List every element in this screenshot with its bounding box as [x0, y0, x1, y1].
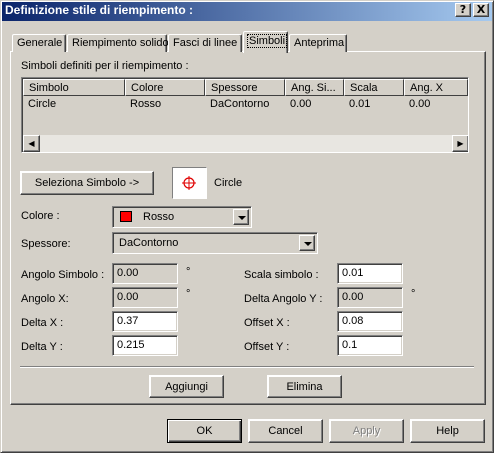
horizontal-scrollbar[interactable]: ◀ ▶	[23, 135, 468, 152]
angolo-simbolo-unit: °	[186, 266, 191, 278]
scala-simbolo-field[interactable]: 0.01	[337, 263, 403, 284]
cell-ang-simbolo: 0.00	[290, 98, 312, 110]
color-swatch	[120, 211, 132, 222]
chevron-down-icon[interactable]	[233, 209, 249, 225]
help-caption-button[interactable]: ?	[455, 3, 471, 17]
apply-button[interactable]: Apply	[329, 419, 404, 443]
table-row[interactable]: Circle Rosso DaContorno 0.00 0.01 0.00	[23, 96, 468, 112]
tab-anteprima[interactable]: Anteprima	[289, 34, 347, 52]
symbol-preview	[172, 167, 207, 199]
delta-angolo-y-label: Delta Angolo Y :	[244, 293, 323, 305]
delta-y-label: Delta Y :	[21, 341, 63, 353]
chevron-down-icon[interactable]	[299, 235, 315, 251]
cancel-button[interactable]: Cancel	[248, 419, 323, 443]
angolo-simbolo-label: Angolo Simbolo :	[21, 269, 105, 281]
scroll-left-icon[interactable]: ◀	[23, 135, 40, 152]
select-symbol-button[interactable]: Seleziona Simbolo ->	[20, 171, 154, 195]
delta-angolo-y-unit: °	[411, 288, 416, 300]
symbols-list-caption: Simboli definiti per il riempimento :	[21, 60, 189, 72]
column-header-simbolo[interactable]: Simbolo	[23, 79, 125, 96]
selected-symbol-name: Circle	[214, 177, 243, 189]
tab-riempimento-solido[interactable]: Riempimento solido	[67, 34, 169, 52]
crosshair-circle-icon	[182, 176, 196, 190]
angolo-x-field[interactable]: 0.00	[112, 287, 178, 308]
delta-y-field[interactable]: 0.215	[112, 335, 178, 356]
column-header-scala[interactable]: Scala	[344, 79, 404, 96]
tab-fasci-di-linee[interactable]: Fasci di linee	[168, 34, 242, 52]
cell-colore: Rosso	[130, 98, 162, 110]
cell-simbolo: Circle	[28, 98, 57, 110]
separator	[20, 366, 474, 368]
tab-generale[interactable]: Generale	[12, 34, 66, 52]
delta-angolo-y-field[interactable]: 0.00	[337, 287, 403, 308]
angolo-x-label: Angolo X:	[21, 293, 69, 305]
angolo-x-unit: °	[186, 288, 191, 300]
spessore-value: DaContorno	[119, 237, 179, 249]
add-button[interactable]: Aggiungi	[149, 375, 224, 398]
cell-spessore: DaContorno	[210, 98, 270, 110]
tab-simboli[interactable]: Simboli	[243, 31, 288, 53]
offset-x-label: Offset X :	[244, 317, 290, 329]
angolo-simbolo-field[interactable]: 0.00	[112, 263, 178, 284]
column-header-ang-x[interactable]: Ang. X	[404, 79, 468, 96]
delete-button[interactable]: Elimina	[267, 375, 342, 398]
offset-y-field[interactable]: 0.1	[337, 335, 403, 356]
column-header-spessore[interactable]: Spessore	[205, 79, 285, 96]
offset-x-field[interactable]: 0.08	[337, 311, 403, 332]
cell-ang-x: 0.00	[409, 98, 431, 110]
colore-dropdown[interactable]: Rosso	[112, 206, 252, 228]
symbols-grid[interactable]: Simbolo Colore Spessore Ang. Si... Scala…	[21, 77, 469, 153]
scroll-right-icon[interactable]: ▶	[452, 135, 468, 152]
cell-scala: 0.01	[349, 98, 371, 110]
help-button[interactable]: Help	[410, 419, 485, 443]
colore-value: Rosso	[143, 211, 175, 223]
column-header-colore[interactable]: Colore	[125, 79, 205, 96]
delta-x-label: Delta X :	[21, 317, 64, 329]
column-header-ang-simbolo[interactable]: Ang. Si...	[285, 79, 344, 96]
spessore-label: Spessore:	[21, 238, 71, 250]
close-caption-button[interactable]: X	[473, 3, 489, 17]
scala-simbolo-label: Scala simbolo :	[244, 269, 319, 281]
window-title: Definizione stile di riempimento :	[5, 3, 194, 17]
ok-button[interactable]: OK	[167, 419, 242, 443]
offset-y-label: Offset Y :	[244, 341, 290, 353]
spessore-dropdown[interactable]: DaContorno	[112, 232, 318, 254]
tab-simboli-label: Simboli	[246, 34, 288, 48]
delta-x-field[interactable]: 0.37	[112, 311, 178, 332]
colore-label: Colore :	[21, 210, 60, 222]
